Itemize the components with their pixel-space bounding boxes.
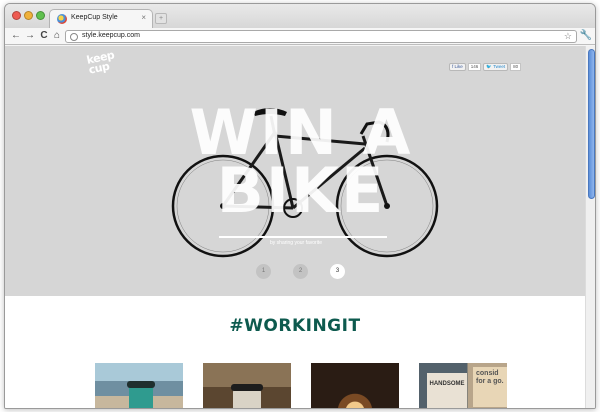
headline-divider [219, 236, 387, 238]
keepcup-photo [127, 381, 155, 408]
logo-line-2: cup [87, 59, 111, 77]
tab-keepcup-style[interactable]: KeepCup Style × [49, 9, 153, 28]
chrome-favicon-icon [57, 14, 67, 24]
tab-title: KeepCup Style [71, 14, 118, 21]
new-tab-button[interactable]: + [155, 13, 167, 24]
browser-window: KeepCup Style × + ← → C ⌂ style.keepcup.… [4, 3, 596, 409]
globe-icon [70, 33, 78, 41]
like-count: 146 [467, 63, 482, 71]
zoom-window-button[interactable] [36, 11, 45, 20]
bookmark-star-icon[interactable]: ☆ [564, 31, 572, 42]
hero-headline: WIN A BIKE [181, 102, 421, 227]
tab-close-icon[interactable]: × [141, 13, 146, 23]
photo-thumbnail[interactable] [311, 363, 399, 408]
tweet-button[interactable]: 🐦 Tweet [483, 63, 509, 71]
url-text[interactable]: style.keepcup.com [82, 32, 140, 39]
vertical-scrollbar[interactable] [585, 46, 595, 408]
social-share: f Like 146 🐦 Tweet 80 [449, 63, 522, 72]
close-window-button[interactable] [12, 11, 21, 20]
address-bar[interactable]: style.keepcup.com ☆ [65, 30, 577, 43]
photo-thumbnail[interactable] [95, 363, 183, 408]
photo-thumbnail[interactable]: HANDSOME consid for a go. [419, 363, 507, 408]
keepcup-logo[interactable]: keep cup [85, 48, 128, 90]
hero-banner: keep cup f Like 146 🐦 Tweet 80 WIN A BIK… [5, 46, 585, 296]
slide-dot-2[interactable]: 2 [293, 264, 308, 279]
headline-line-2: BIKE [216, 154, 386, 227]
reload-button[interactable]: C [38, 29, 50, 43]
photo-thumbnail[interactable] [203, 363, 291, 408]
slide-pagination: 1 2 3 [256, 264, 345, 279]
page-viewport: keep cup f Like 146 🐦 Tweet 80 WIN A BIK… [5, 46, 585, 408]
back-button[interactable]: ← [10, 29, 22, 43]
keepcup-photo [231, 384, 263, 408]
wrench-menu-icon[interactable]: 🔧 [579, 29, 593, 43]
tweet-count: 80 [510, 63, 522, 71]
tab-strip: KeepCup Style × + [5, 4, 595, 28]
note-card: consid for a go. [473, 367, 507, 407]
scrollbar-thumb[interactable] [588, 49, 595, 199]
browser-toolbar: ← → C ⌂ style.keepcup.com ☆ 🔧 [5, 28, 595, 45]
photo-grid: HANDSOME consid for a go. [95, 363, 507, 408]
section-title: #WORKINGIT [229, 316, 361, 336]
handsome-bag: HANDSOME [427, 373, 467, 408]
facebook-like-button[interactable]: f Like [449, 63, 466, 71]
slide-dot-1[interactable]: 1 [256, 264, 271, 279]
slide-dot-3[interactable]: 3 [330, 264, 345, 279]
home-button[interactable]: ⌂ [51, 29, 63, 43]
minimize-window-button[interactable] [24, 11, 33, 20]
hero-subline: by sharing your favorite [270, 240, 322, 246]
forward-button[interactable]: → [24, 29, 36, 43]
